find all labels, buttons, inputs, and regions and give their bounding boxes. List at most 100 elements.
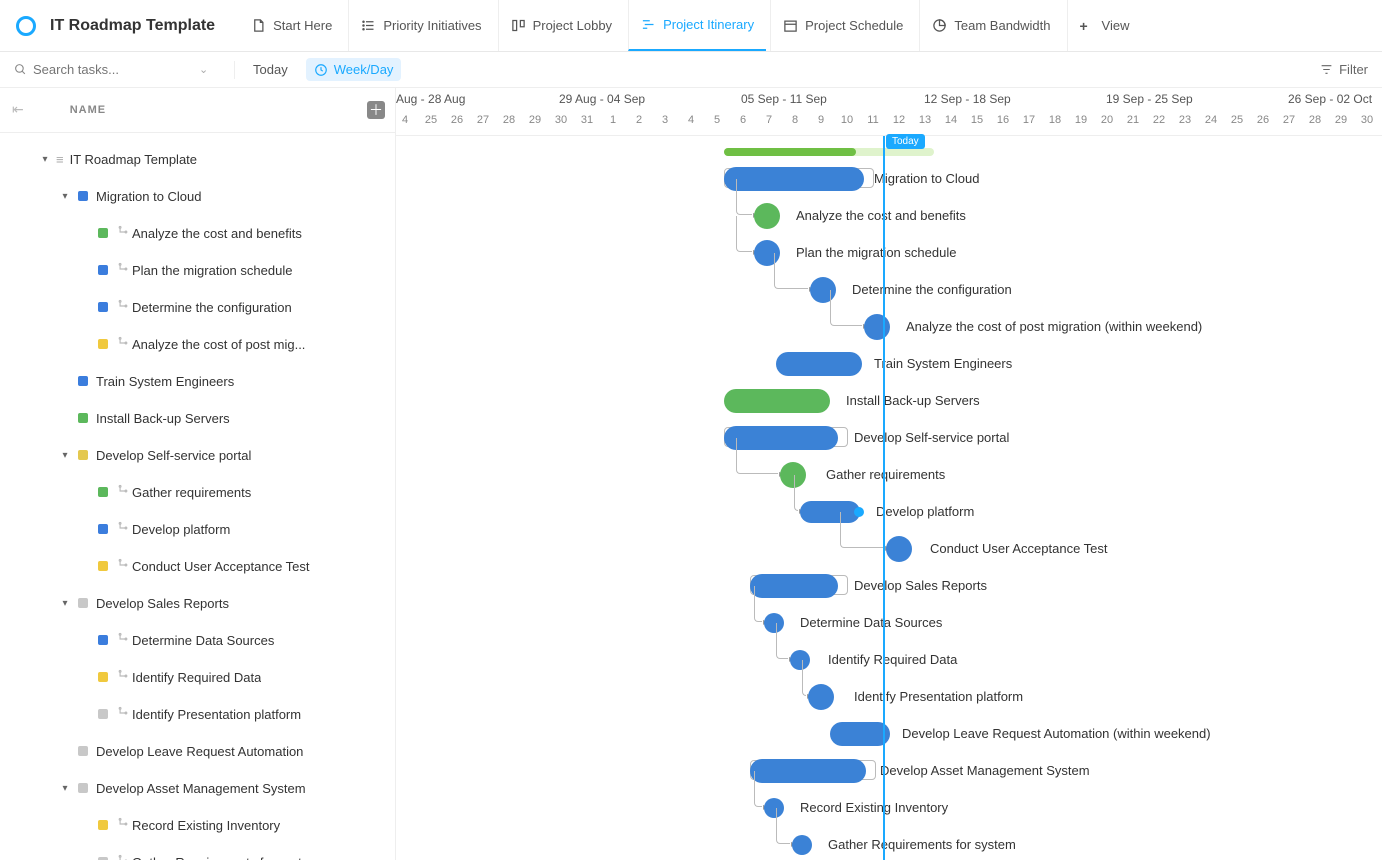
week-label: 29 Aug - 04 Sep [559,92,645,106]
task-row[interactable]: ▾Develop Asset Management System [0,770,395,807]
gantt-row: Record Existing Inventory [396,789,1382,826]
task-bar[interactable] [864,314,890,340]
day-cell: 30 [548,114,574,126]
status-icon [96,818,110,832]
timescale-icon [314,63,328,77]
day-cell: 20 [1094,114,1120,126]
gantt-row: Identify Required Data [396,641,1382,678]
tab-label: Project Lobby [533,18,613,33]
task-label: Develop Self-service portal [96,448,251,463]
gantt-icon [641,17,656,32]
list-icon: ≡ [56,152,64,167]
gantt-panel: Aug - 28 Aug29 Aug - 04 Sep05 Sep - 11 S… [396,88,1382,860]
week-label: 05 Sep - 11 Sep [741,92,827,106]
caret-icon[interactable]: ▾ [60,191,70,202]
subtask-icon [116,484,132,501]
day-cell: 26 [444,114,470,126]
tab-priority[interactable]: Priority Initiatives [348,0,493,51]
task-bar[interactable] [724,389,830,413]
day-cell: 18 [1042,114,1068,126]
day-cell: 30 [1354,114,1380,126]
task-bar[interactable] [886,536,912,562]
today-button[interactable]: Today [245,58,296,81]
tab-itinerary[interactable]: Project Itinerary [628,0,766,51]
task-bar[interactable] [808,684,834,710]
status-icon [76,411,90,425]
subtask-icon [116,706,132,723]
dependency-connector [776,623,788,659]
task-row[interactable]: Develop Leave Request Automation [0,733,395,770]
task-row[interactable]: ▾≡IT Roadmap Template [0,141,395,178]
gantt-bar-label: Determine Data Sources [800,615,942,630]
search-dropdown-icon[interactable]: ⌄ [199,63,208,76]
task-bar[interactable] [790,650,810,670]
doc-icon [251,18,266,33]
tab-addview[interactable]: +View [1067,0,1142,51]
task-row[interactable]: Identify Presentation platform [0,696,395,733]
caret-icon[interactable]: ▾ [40,154,50,165]
task-row[interactable]: Analyze the cost and benefits [0,215,395,252]
day-cell: 28 [1302,114,1328,126]
calendar-icon [783,18,798,33]
gantt-bar-label: Develop Sales Reports [854,578,987,593]
status-icon [96,670,110,684]
search-input[interactable] [33,62,193,77]
list-icon [361,18,376,33]
task-row[interactable]: Conduct User Acceptance Test [0,548,395,585]
day-cell: 22 [1146,114,1172,126]
add-task-button[interactable]: ＋ [367,101,385,119]
task-row[interactable]: Gather requirements [0,474,395,511]
gantt-row: Determine Data Sources [396,604,1382,641]
workload-icon [932,18,947,33]
app-logo[interactable] [16,16,36,36]
task-row[interactable]: Record Existing Inventory [0,807,395,844]
task-bar[interactable] [776,352,862,376]
task-row[interactable]: Analyze the cost of post mig... [0,326,395,363]
status-icon [96,300,110,314]
task-bar[interactable] [780,462,806,488]
task-bar[interactable] [750,759,866,783]
tab-lobby[interactable]: Project Lobby [498,0,625,51]
filter-label: Filter [1339,62,1368,77]
dependency-connector [774,253,808,289]
task-row[interactable]: Gather Requirements for syst... [0,844,395,860]
task-row[interactable]: Install Back-up Servers [0,400,395,437]
gantt-bar-label: Gather requirements [826,467,945,482]
task-bar[interactable] [792,835,812,855]
task-row[interactable]: ▾Migration to Cloud [0,178,395,215]
task-row[interactable]: Plan the migration schedule [0,252,395,289]
task-row[interactable]: Train System Engineers [0,363,395,400]
day-cell: 12 [886,114,912,126]
task-label: Train System Engineers [96,374,234,389]
gantt-bar-label: Migration to Cloud [874,171,980,186]
gantt-row: Migration to Cloud [396,160,1382,197]
weekday-toggle[interactable]: Week/Day [306,58,402,81]
task-row[interactable]: ▾ Develop Self-service portal [0,437,395,474]
caret-icon[interactable]: ▾ [60,450,70,461]
task-row[interactable]: Determine the configuration [0,289,395,326]
task-bar[interactable] [754,203,780,229]
gantt-row: Develop Leave Request Automation (within… [396,715,1382,752]
task-row[interactable]: Develop platform [0,511,395,548]
status-icon [76,744,90,758]
day-cell: 23 [1172,114,1198,126]
filter-button[interactable]: Filter [1320,62,1368,77]
dependency-connector [754,586,762,622]
day-cell: 10 [834,114,860,126]
gantt-bar-label: Conduct User Acceptance Test [930,541,1108,556]
tab-label: View [1102,18,1130,33]
day-cell: 1 [600,114,626,126]
tab-bandwidth[interactable]: Team Bandwidth [919,0,1062,51]
task-label: Determine Data Sources [132,633,274,648]
tab-schedule[interactable]: Project Schedule [770,0,915,51]
task-row[interactable]: Identify Required Data [0,659,395,696]
caret-icon[interactable]: ▾ [60,783,70,794]
caret-icon[interactable]: ▾ [60,598,70,609]
task-bar[interactable] [750,574,838,598]
collapse-panel-icon[interactable]: ⇤ [12,101,24,118]
week-label: 19 Sep - 25 Sep [1106,92,1193,106]
task-bar[interactable] [830,722,890,746]
tab-start-here[interactable]: Start Here [239,0,344,51]
task-row[interactable]: Determine Data Sources [0,622,395,659]
task-row[interactable]: ▾Develop Sales Reports [0,585,395,622]
